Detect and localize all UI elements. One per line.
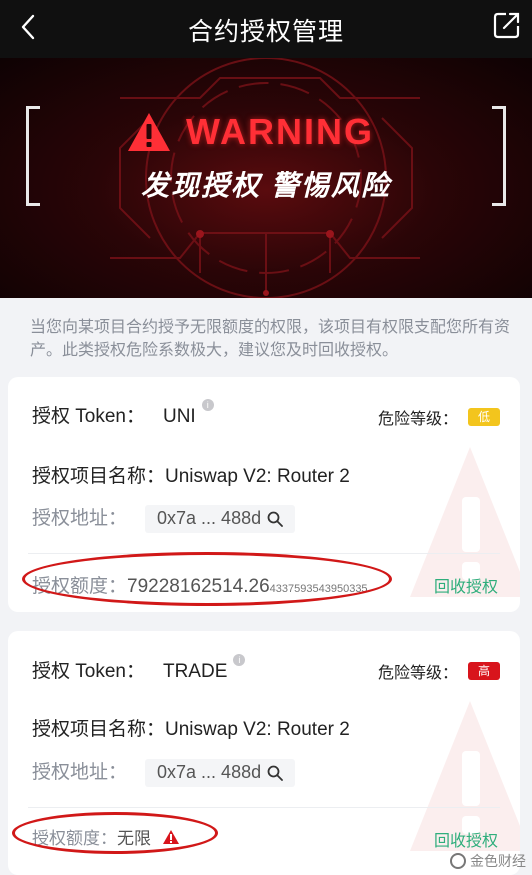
share-icon[interactable]: [492, 10, 522, 40]
risk-notice: 当您向某项目合约授予无限额度的权限，该项目有权限支配您所有资产。此类授权危险系数…: [30, 319, 511, 359]
source-watermark: 金色财经: [450, 851, 526, 871]
token-name: TRADE: [162, 661, 228, 682]
amount-row: 授权额度：79228162514.264337593543950335: [32, 571, 368, 598]
info-icon[interactable]: i: [201, 399, 214, 411]
warning-text: WARNING: [186, 111, 374, 152]
search-icon[interactable]: [267, 765, 284, 781]
project-label: 授权项目名称：: [32, 719, 166, 740]
address-row: 授权地址： 0x7a ... 488d: [32, 503, 296, 533]
address-label: 授权地址：: [32, 762, 128, 783]
address-chip[interactable]: 0x7a ... 488d: [145, 758, 296, 787]
token-row: 授权 Token： TRADE i: [32, 654, 246, 683]
project-name: Uniswap V2: Router 2: [165, 719, 350, 740]
amount-row: 授权额度：无限: [32, 824, 180, 849]
project-name: Uniswap V2: Router 2: [165, 466, 350, 487]
token-label: 授权 Token：: [32, 661, 145, 682]
amount-tail: 4337593543950335: [269, 583, 368, 595]
risk-label: 危险等级：: [377, 665, 458, 682]
watermark-text: 金色财经: [470, 853, 526, 869]
authorization-card: 授权 Token： UNI i 危险等级： 低 授权项目名称：Uniswap V2:…: [8, 377, 520, 612]
token-row: 授权 Token： UNI i: [32, 399, 214, 428]
warning-subtitle: 发现授权 警惕风险: [141, 170, 391, 201]
risk-badge-high: 高: [468, 662, 500, 680]
page-title: 合约授权管理: [187, 18, 344, 46]
amount-value: 79228162514.26: [127, 576, 270, 597]
warning-icon: [128, 113, 170, 151]
amount-label: 授权额度：: [32, 829, 117, 848]
revoke-button[interactable]: 回收授权: [434, 827, 498, 851]
authorization-card: 授权 Token： TRADE i 危险等级： 高 授权项目名称：Uniswap V…: [8, 631, 520, 875]
token-label: 授权 Token：: [32, 406, 145, 427]
address-value: 0x7a ... 488d: [157, 508, 262, 529]
risk-badge-low: 低: [468, 408, 500, 426]
warning-icon: [162, 830, 179, 844]
warning-row: WARNING: [126, 108, 374, 156]
address-chip[interactable]: 0x7a ... 488d: [145, 504, 296, 533]
logo-icon: [450, 853, 466, 869]
top-bar: 合约授权管理: [0, 0, 532, 58]
amount-label: 授权额度：: [32, 576, 128, 597]
risk-level: 危险等级： 低: [378, 405, 500, 429]
divider: [28, 807, 500, 808]
revoke-button[interactable]: 回收授权: [434, 573, 498, 597]
divider: [28, 553, 500, 554]
address-value: 0x7a ... 488d: [157, 762, 262, 783]
risk-label: 危险等级：: [377, 411, 458, 428]
risk-level: 危险等级： 高: [378, 659, 500, 683]
warning-banner: WARNING 发现授权 警惕风险: [0, 58, 532, 298]
project-row: 授权项目名称：Uniswap V2: Router 2: [32, 714, 350, 741]
info-icon[interactable]: i: [233, 654, 246, 666]
project-label: 授权项目名称：: [32, 466, 166, 487]
project-row: 授权项目名称：Uniswap V2: Router 2: [32, 461, 350, 488]
address-row: 授权地址： 0x7a ... 488d: [32, 757, 296, 787]
search-icon[interactable]: [267, 511, 284, 527]
token-name: UNI: [162, 406, 196, 427]
address-label: 授权地址：: [32, 508, 128, 529]
amount-value: 无限: [117, 829, 151, 848]
